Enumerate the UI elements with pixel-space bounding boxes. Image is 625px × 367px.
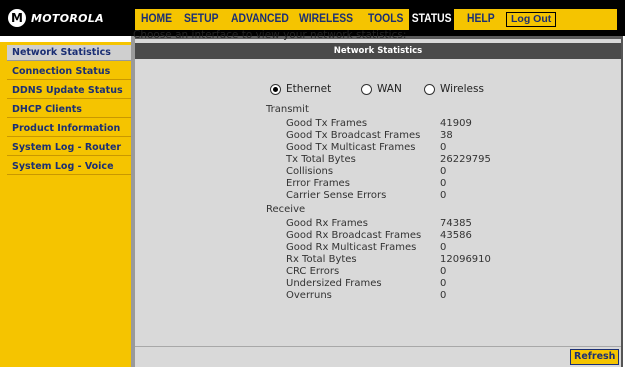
- page-title: Network Statistics: [135, 43, 621, 59]
- stat-value: 0: [440, 190, 447, 201]
- sidebar-item-product-information[interactable]: Product Information: [7, 121, 132, 137]
- radio-ethernet[interactable]: Ethernet: [270, 82, 331, 96]
- stat-value: 0: [440, 242, 447, 253]
- stat-label: Good Rx Frames: [286, 218, 368, 229]
- radio-wan-button[interactable]: [361, 83, 372, 95]
- refresh-button[interactable]: Refresh: [570, 349, 620, 365]
- stat-value: 0: [440, 290, 447, 301]
- stat-value: 0: [440, 178, 447, 189]
- radio-wan-label: WAN: [377, 83, 402, 95]
- radio-ethernet-label: Ethernet: [286, 83, 332, 95]
- stat-label: Good Rx Multicast Frames: [286, 242, 417, 253]
- stat-value: 74385: [440, 218, 472, 229]
- stat-value: 26229795: [440, 154, 491, 165]
- sidebar-item-connection-status[interactable]: Connection Status: [7, 64, 132, 80]
- nav-home[interactable]: HOME: [141, 9, 172, 30]
- nav-setup[interactable]: SETUP: [184, 9, 219, 30]
- nav-help[interactable]: HELP: [467, 9, 495, 30]
- nav-tools[interactable]: TOOLS: [368, 9, 403, 30]
- receive-heading: Receive: [266, 204, 306, 215]
- stat-label: Good Tx Frames: [286, 118, 368, 129]
- stat-value: 0: [440, 266, 447, 277]
- stat-value: 12096910: [440, 254, 491, 265]
- radio-wireless-button[interactable]: [424, 83, 435, 95]
- radio-wan[interactable]: WAN: [361, 82, 402, 96]
- stat-value: 0: [440, 278, 447, 289]
- sidebar-item-system-log-router[interactable]: System Log - Router: [7, 140, 132, 156]
- stat-label: CRC Errors: [286, 266, 340, 277]
- brand-logo: M MOTOROLA: [8, 8, 104, 28]
- brand-name: MOTOROLA: [31, 11, 104, 25]
- stat-value: 43586: [440, 230, 472, 241]
- stat-label: Good Tx Multicast Frames: [286, 142, 416, 153]
- sidebar-item-network-statistics[interactable]: Network Statistics: [7, 45, 132, 61]
- transmit-heading: Transmit: [266, 104, 309, 115]
- motorola-logo-icon: M: [8, 9, 26, 27]
- stat-value: 38: [440, 130, 453, 141]
- stat-label: Carrier Sense Errors: [286, 190, 387, 201]
- sidebar-item-dhcp-clients[interactable]: DHCP Clients: [7, 102, 132, 118]
- sidebar: Network Statistics Connection Status DDN…: [0, 36, 135, 367]
- top-nav: HOME SETUP ADVANCED WIRELESS TOOLS STATU…: [135, 9, 617, 30]
- logout-button[interactable]: Log Out: [506, 12, 557, 27]
- radio-ethernet-button[interactable]: [270, 83, 281, 95]
- nav-status[interactable]: STATUS: [409, 9, 455, 30]
- stat-label: Good Tx Broadcast Frames: [286, 130, 421, 141]
- interface-prompt: Choose an interface to view your network…: [133, 29, 407, 41]
- stat-value: 0: [440, 142, 447, 153]
- stat-label: Tx Total Bytes: [286, 154, 356, 165]
- radio-wireless[interactable]: Wireless: [424, 82, 484, 96]
- stat-label: Rx Total Bytes: [286, 254, 357, 265]
- stat-label: Collisions: [286, 166, 334, 177]
- sidebar-item-ddns-update-status[interactable]: DDNS Update Status: [7, 83, 132, 99]
- nav-advanced[interactable]: ADVANCED: [231, 9, 289, 30]
- stat-value: 41909: [440, 118, 472, 129]
- stat-value: 0: [440, 166, 447, 177]
- nav-wireless[interactable]: WIRELESS: [299, 9, 353, 30]
- radio-wireless-label: Wireless: [440, 83, 484, 95]
- footer-divider: [135, 346, 621, 347]
- stat-label: Good Rx Broadcast Frames: [286, 230, 422, 241]
- stat-label: Undersized Frames: [286, 278, 382, 289]
- stat-label: Error Frames: [286, 178, 350, 189]
- stat-label: Overruns: [286, 290, 332, 301]
- sidebar-item-system-log-voice[interactable]: System Log - Voice: [7, 159, 132, 175]
